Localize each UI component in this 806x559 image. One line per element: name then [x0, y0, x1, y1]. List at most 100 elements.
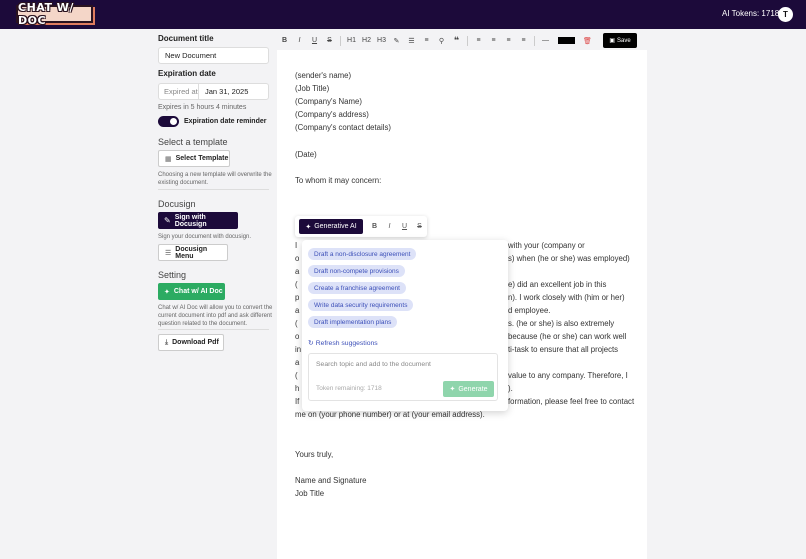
- expiration-date-input[interactable]: Expired at Jan 31, 2025: [158, 83, 269, 100]
- ai-tokens-counter: AI Tokens: 1718: [722, 9, 780, 18]
- italic-button[interactable]: I: [292, 33, 307, 48]
- bold-button[interactable]: B: [277, 33, 292, 48]
- doc-line-fragment: d employee.: [508, 306, 551, 315]
- expiration-label: Expiration date: [158, 69, 216, 78]
- sparkle-icon: ✦: [449, 386, 456, 393]
- ai-prompt-input[interactable]: Search topic and add to the document: [316, 361, 431, 368]
- generative-ai-label: Generative AI: [314, 223, 357, 230]
- align-center-icon[interactable]: ≡: [486, 33, 501, 48]
- user-avatar[interactable]: T: [778, 7, 793, 22]
- heading2-button[interactable]: H2: [359, 33, 374, 48]
- doc-line: (Company's contact details): [295, 123, 391, 132]
- doc-line: me on (your phone number) or at (your em…: [295, 410, 485, 419]
- toolbar-separator: [340, 35, 341, 46]
- sign-with-docusign-button[interactable]: ✎ Sign with Docusign: [158, 212, 238, 229]
- text-color-picker[interactable]: [558, 37, 575, 44]
- doc-line-fragment: value to any company. Therefore, I: [508, 371, 628, 380]
- underline-button[interactable]: U: [307, 33, 322, 48]
- menu-icon: ☰: [165, 249, 172, 257]
- toolbar-separator: [534, 35, 535, 46]
- expires-in-text: Expires in 5 hours 4 minutes: [158, 104, 247, 111]
- chat-hint: Chat w/ AI Doc will allow you to convert…: [158, 305, 273, 327]
- ai-strike-button[interactable]: S: [412, 219, 427, 234]
- doc-line: Job Title: [295, 489, 325, 498]
- doc-line: (: [295, 371, 298, 380]
- select-template-button[interactable]: ▦ Select Template: [158, 150, 230, 167]
- strike-button[interactable]: S: [322, 33, 337, 48]
- doc-line: (Date): [295, 150, 317, 159]
- doc-line: (Job Title): [295, 84, 330, 93]
- horizontal-rule-button[interactable]: —: [538, 33, 553, 48]
- refresh-suggestions-link[interactable]: ↻ Refresh suggestions: [308, 339, 378, 348]
- trash-icon[interactable]: 🗑: [580, 33, 595, 48]
- expired-at-label: Expired at: [159, 84, 199, 99]
- align-left-icon[interactable]: ≡: [471, 33, 486, 48]
- align-justify-icon[interactable]: ≡: [516, 33, 531, 48]
- doc-line-fragment: s) when (he or she) was employed): [508, 254, 630, 263]
- ai-underline-button[interactable]: U: [397, 219, 412, 234]
- doc-line-fragment: ti-task to ensure that all projects: [508, 345, 619, 354]
- download-icon: ⤓: [165, 338, 169, 346]
- heading1-button[interactable]: H1: [344, 33, 359, 48]
- suggestion-chip[interactable]: Draft a non-disclosure agreement: [308, 248, 417, 260]
- quote-button[interactable]: ❝: [449, 33, 464, 48]
- toolbar-separator: [467, 35, 468, 46]
- reminder-label: Expiration date reminder: [184, 118, 267, 125]
- doc-line: (sender's name): [295, 71, 352, 80]
- doc-line-fragment: with your (company or: [508, 241, 585, 250]
- docusign-menu-label: Docusign Menu: [175, 245, 208, 260]
- generate-button[interactable]: ✦ Generate: [443, 381, 494, 397]
- doc-line: Yours truly,: [295, 450, 334, 459]
- suggestion-chip[interactable]: Write data security requirements: [308, 299, 414, 311]
- download-pdf-button[interactable]: ⤓ Download Pdf: [158, 334, 224, 351]
- doc-line: (Company's Name): [295, 97, 362, 106]
- doc-line: h: [295, 384, 300, 393]
- doc-line-fragment: formation, please feel free to contact: [508, 397, 635, 406]
- doc-line: p: [295, 293, 300, 302]
- sparkle-icon: ✦: [164, 288, 170, 296]
- refresh-icon: ↻: [308, 340, 314, 347]
- suggestion-chip[interactable]: Draft non-compete provisions: [308, 265, 405, 277]
- setting-heading: Setting: [158, 270, 187, 280]
- align-right-icon[interactable]: ≡: [501, 33, 516, 48]
- generate-label: Generate: [458, 385, 488, 393]
- docusign-menu-button[interactable]: ☰ Docusign Menu: [158, 244, 228, 261]
- suggestion-chip[interactable]: Create a franchise agreement: [308, 282, 406, 294]
- chat-label: Chat w/ AI Doc: [173, 288, 223, 295]
- doc-line-fragment: because (he or she) can work well: [508, 332, 627, 341]
- doc-line-fragment: n). I work closely with (him or her): [508, 293, 625, 302]
- pen-icon: ✎: [164, 216, 171, 225]
- top-bar: CHAT W/ DOC AI Tokens: 1718 T: [0, 0, 806, 29]
- template-hint: Choosing a new template will overwrite t…: [158, 172, 272, 186]
- app-logo[interactable]: CHAT W/ DOC: [16, 1, 93, 27]
- ai-floating-toolbar: ✦ Generative AI B I U S: [295, 216, 427, 237]
- generative-ai-button[interactable]: ✦ Generative AI: [299, 219, 363, 234]
- doc-line: a: [295, 358, 300, 367]
- edit-icon[interactable]: ✎: [389, 33, 404, 48]
- reminder-toggle[interactable]: [158, 116, 179, 127]
- suggestion-chip[interactable]: Draft implementation plans: [308, 316, 398, 328]
- chat-with-ai-doc-button[interactable]: ✦ Chat w/ AI Doc: [158, 283, 225, 300]
- ai-bold-button[interactable]: B: [367, 219, 382, 234]
- divider: [158, 189, 269, 190]
- ordered-list-icon[interactable]: ≡: [419, 33, 434, 48]
- sign-hint: Sign your document with docusign.: [158, 234, 252, 240]
- doc-title-label: Document title: [158, 34, 214, 43]
- doc-line: To whom it may concern:: [295, 176, 382, 185]
- heading3-button[interactable]: H3: [374, 33, 389, 48]
- doc-line: in: [295, 345, 302, 354]
- sign-label: Sign with Docusign: [174, 213, 207, 228]
- link-icon[interactable]: ⚲: [434, 33, 449, 48]
- save-icon: ▣: [609, 38, 615, 44]
- doc-line: (: [295, 319, 298, 328]
- doc-title-input[interactable]: New Document: [158, 47, 269, 64]
- doc-line: a: [295, 306, 300, 315]
- ai-italic-button[interactable]: I: [382, 219, 397, 234]
- bullet-list-icon[interactable]: ☰: [404, 33, 419, 48]
- doc-line: a: [295, 267, 300, 276]
- sparkle-icon: ✦: [305, 223, 312, 231]
- save-button[interactable]: ▣ Save: [603, 33, 637, 48]
- save-label: Save: [616, 37, 631, 44]
- template-heading: Select a template: [158, 137, 228, 147]
- tokens-remaining-text: Token remaining: 1718: [316, 385, 382, 392]
